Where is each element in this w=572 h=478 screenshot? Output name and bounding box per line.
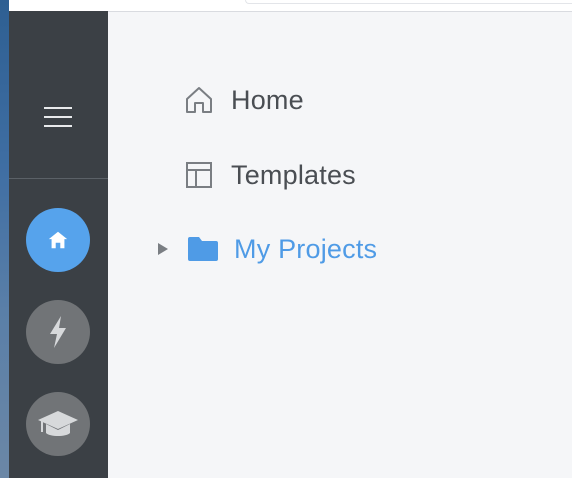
sidebar-quick-actions-button[interactable]: [26, 300, 90, 364]
sidebar-divider: [9, 178, 108, 179]
templates-layout-icon: [183, 160, 215, 190]
nav-my-projects-label: My Projects: [234, 233, 378, 264]
expand-triangle-icon[interactable]: [156, 242, 170, 256]
home-icon: [48, 231, 68, 249]
nav-home[interactable]: Home: [183, 79, 304, 121]
nav-my-projects[interactable]: My Projects: [156, 228, 377, 270]
hamburger-menu-icon[interactable]: [42, 104, 74, 130]
graduation-cap-icon: [38, 411, 78, 436]
lightning-bolt-icon: [50, 316, 66, 348]
nav-templates[interactable]: Templates: [183, 154, 356, 196]
desktop-background-strip: [0, 0, 9, 478]
top-search-field-edge[interactable]: [245, 0, 572, 4]
sidebar-rail: [9, 11, 108, 478]
sidebar-home-button[interactable]: [26, 208, 90, 272]
nav-home-label: Home: [231, 84, 304, 115]
folder-icon: [186, 236, 220, 262]
main-panel: Home Templates My Projects: [108, 12, 572, 478]
home-outline-icon: [183, 85, 215, 115]
nav-templates-label: Templates: [231, 159, 356, 190]
sidebar-learn-button[interactable]: [26, 392, 90, 456]
